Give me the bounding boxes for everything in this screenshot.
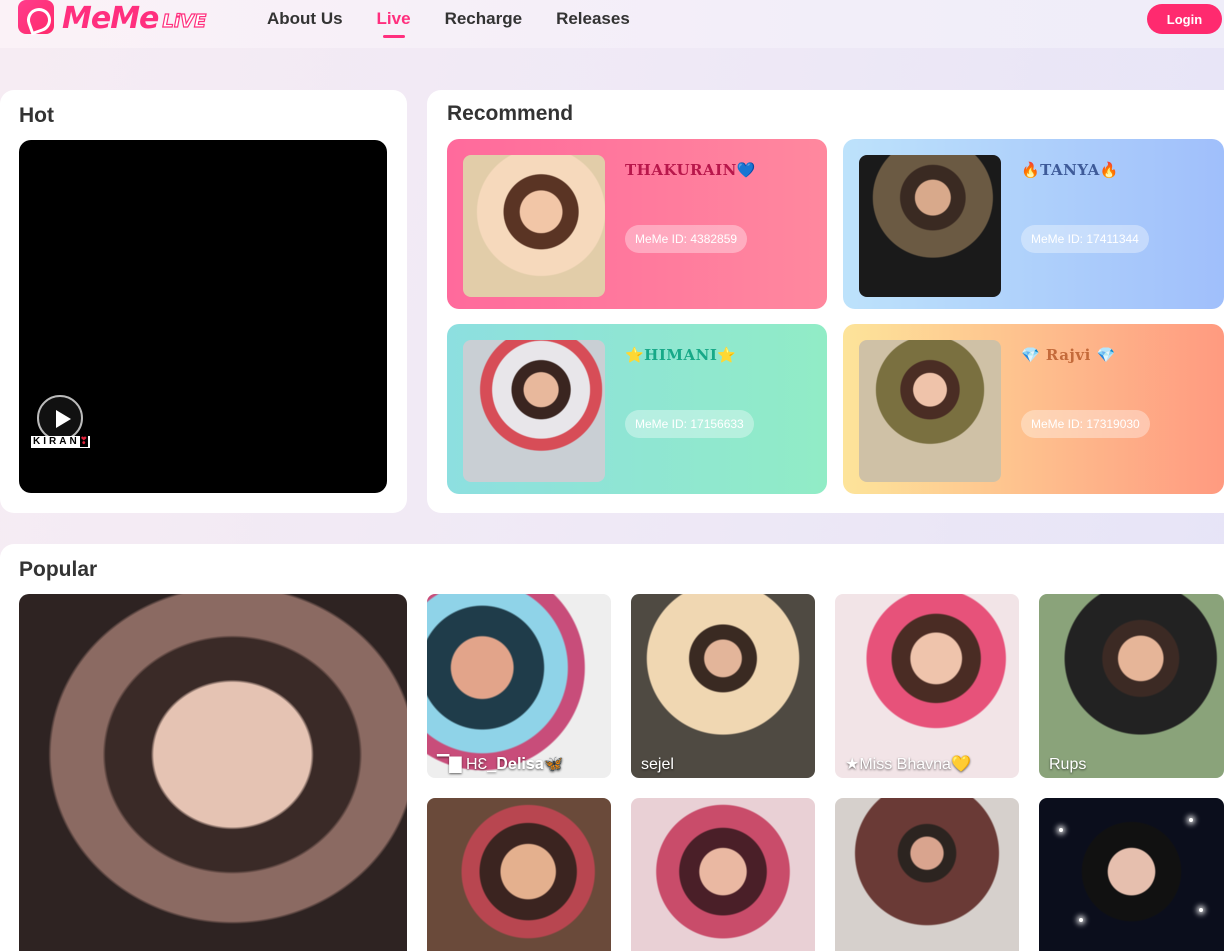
popular-tile[interactable]: sejel bbox=[631, 594, 815, 778]
sparkle-icon bbox=[1059, 828, 1063, 832]
nav-recharge[interactable]: Recharge bbox=[445, 0, 522, 38]
logo-mark-icon bbox=[18, 0, 54, 34]
streamer-photo bbox=[859, 340, 1001, 482]
sparkle-icon bbox=[1189, 818, 1193, 822]
popular-featured-stream[interactable] bbox=[19, 594, 407, 951]
tile-label: sejel bbox=[641, 756, 674, 773]
sparkle-icon bbox=[1199, 908, 1203, 912]
recommend-title: Recommend bbox=[447, 102, 574, 125]
header: MeMe LiVE About Us Live Recharge Release… bbox=[0, 0, 1224, 48]
streamer-photo bbox=[859, 155, 1001, 297]
streamer-name: ⭐HIMANI⭐ bbox=[625, 346, 737, 364]
hot-streamer-name: KIRAN❣ bbox=[31, 436, 91, 448]
tile-label: ★Miss Bhavna💛 bbox=[845, 756, 971, 773]
recommend-card[interactable]: 🔥TANYA🔥 MeMe ID: 17411344 bbox=[843, 139, 1224, 309]
logo-sub: LiVE bbox=[162, 10, 207, 32]
popular-section: Popular ▔▇ HƐ_𝐃𝐞𝐥𝐢𝐬𝐚🦋 sejel ★Miss Bhavna… bbox=[0, 544, 1224, 951]
streamer-name: THAKURAIN💙 bbox=[625, 161, 757, 179]
main-nav: About Us Live Recharge Releases bbox=[267, 0, 664, 38]
hot-section: Hot KIRAN❣ bbox=[0, 90, 407, 513]
hot-video-player[interactable]: KIRAN❣ bbox=[19, 140, 387, 493]
nav-about-us[interactable]: About Us bbox=[267, 0, 343, 38]
heart-icon: ❣ bbox=[79, 436, 89, 447]
nav-releases[interactable]: Releases bbox=[556, 0, 630, 38]
streamer-name: 🔥TANYA🔥 bbox=[1021, 161, 1119, 179]
meme-id-badge: MeMe ID: 17319030 bbox=[1021, 410, 1150, 438]
meme-id-badge: MeMe ID: 17156633 bbox=[625, 410, 754, 438]
popular-title: Popular bbox=[19, 558, 98, 581]
hot-title: Hot bbox=[19, 104, 54, 127]
recommend-section: Recommend THAKURAIN💙 MeMe ID: 4382859 🔥T… bbox=[427, 90, 1224, 513]
meme-id-badge: MeMe ID: 4382859 bbox=[625, 225, 748, 253]
meme-id-badge: MeMe ID: 17411344 bbox=[1021, 225, 1149, 253]
popular-tile[interactable]: ▔▇ HƐ_𝐃𝐞𝐥𝐢𝐬𝐚🦋 bbox=[427, 594, 611, 778]
streamer-photo bbox=[463, 155, 605, 297]
login-button[interactable]: Login bbox=[1147, 4, 1222, 34]
popular-tile[interactable] bbox=[835, 798, 1019, 951]
tile-label: ▔▇ HƐ_𝐃𝐞𝐥𝐢𝐬𝐚🦋 bbox=[437, 756, 564, 773]
streamer-photo bbox=[463, 340, 605, 482]
logo[interactable]: MeMe LiVE bbox=[18, 0, 207, 36]
recommend-card[interactable]: ⭐HIMANI⭐ MeMe ID: 17156633 bbox=[447, 324, 827, 494]
logo-text: MeMe bbox=[62, 0, 159, 36]
hot-streamer-name-text: KIRAN bbox=[33, 436, 80, 447]
tile-label: Rups bbox=[1049, 756, 1087, 773]
popular-tile[interactable] bbox=[427, 798, 611, 951]
play-icon[interactable] bbox=[37, 395, 83, 441]
popular-tile[interactable] bbox=[631, 798, 815, 951]
recommend-card[interactable]: THAKURAIN💙 MeMe ID: 4382859 bbox=[447, 139, 827, 309]
recommend-card[interactable]: 💎 Rajvi 💎 MeMe ID: 17319030 bbox=[843, 324, 1224, 494]
popular-tile[interactable]: Rups bbox=[1039, 594, 1224, 778]
streamer-name: 💎 Rajvi 💎 bbox=[1021, 346, 1116, 364]
nav-live[interactable]: Live bbox=[377, 0, 411, 38]
sparkle-icon bbox=[1079, 918, 1083, 922]
popular-tile[interactable] bbox=[1039, 798, 1224, 951]
popular-tile[interactable]: ★Miss Bhavna💛 bbox=[835, 594, 1019, 778]
